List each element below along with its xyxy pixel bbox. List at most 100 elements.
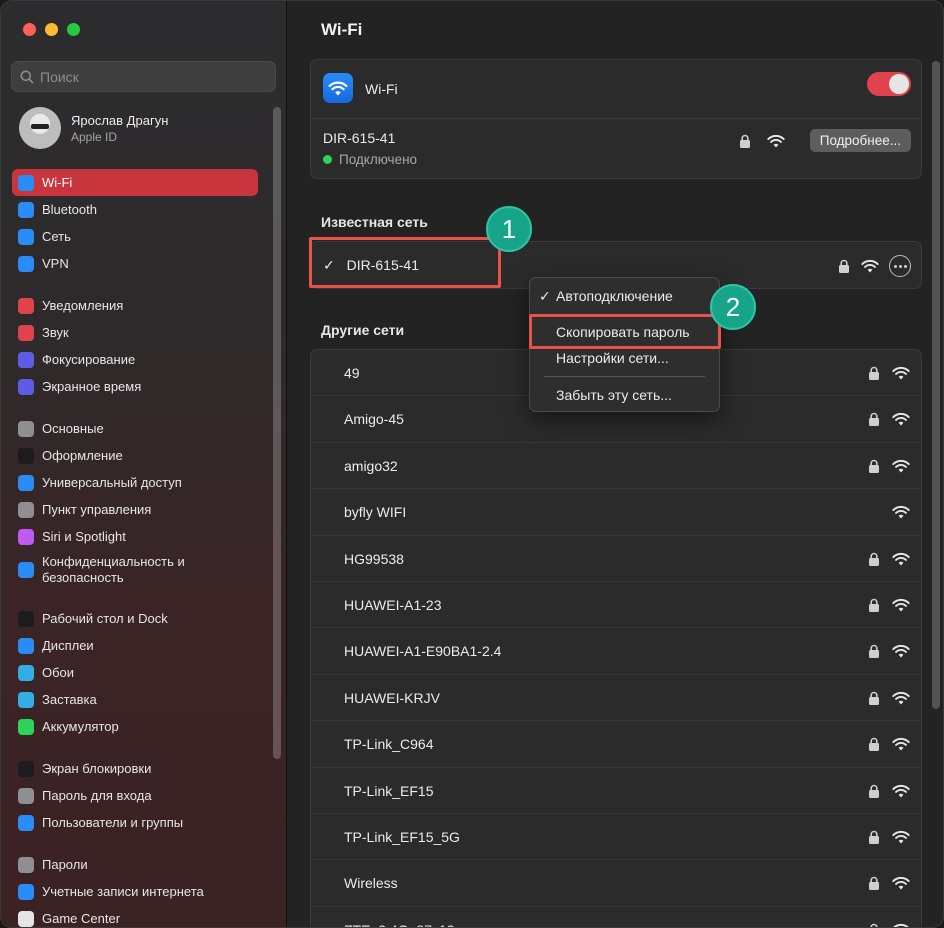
sidebar-item-speaker[interactable]: Звук	[12, 319, 258, 346]
details-button[interactable]: Подробнее...	[809, 129, 911, 152]
search-box[interactable]	[11, 61, 276, 92]
wifi-toggle[interactable]	[867, 72, 911, 96]
sidebar-item-game-center[interactable]: Game Center	[12, 905, 258, 927]
sidebar: Ярослав Драгун Apple ID Wi-Fi Bluetooth Се…	[1, 1, 287, 927]
main-scrollbar[interactable]	[932, 61, 940, 709]
close-window-button[interactable]	[23, 23, 36, 36]
sidebar-item-appearance[interactable]: Оформление	[12, 442, 258, 469]
wifi-signal-icon	[892, 691, 910, 710]
sidebar-item-bell[interactable]: Уведомления	[12, 292, 258, 319]
sidebar-item-wifi[interactable]: Wi-Fi	[12, 169, 258, 196]
network-name: TP-Link_C964	[344, 736, 434, 753]
more-options-icon[interactable]	[889, 255, 911, 277]
network-row[interactable]: amigo32	[311, 443, 921, 490]
search-input[interactable]	[40, 68, 260, 85]
sidebar-scrollbar[interactable]	[273, 107, 281, 759]
sidebar-item-battery[interactable]: Аккумулятор	[12, 713, 258, 740]
siri-icon	[18, 528, 34, 545]
wifi-signal-icon	[892, 644, 910, 663]
dock-icon	[18, 610, 34, 627]
network-row[interactable]: HUAWEI-A1-E90BA1-2.4	[311, 628, 921, 675]
sidebar-item-control-center[interactable]: Пункт управления	[12, 496, 258, 523]
sidebar-item-label: Основные	[42, 420, 104, 436]
lock-icon	[839, 259, 849, 273]
page-title: Wi-Fi	[321, 20, 363, 39]
sidebar-item-sun[interactable]: Дисплеи	[12, 632, 258, 659]
network-row[interactable]: byfly WIFI	[311, 489, 921, 536]
profile-subtitle: Apple ID	[71, 129, 118, 144]
sidebar-item-label: Рабочий стол и Dock	[42, 610, 168, 626]
menu-item-auto-connect[interactable]: ✓ Автоподключение	[530, 284, 719, 308]
wifi-signal-icon	[892, 552, 910, 571]
wifi-signal-icon	[892, 876, 910, 895]
moon-icon	[18, 351, 34, 368]
sidebar-item-siri[interactable]: Siri и Spotlight	[12, 523, 258, 550]
sidebar-item-gear[interactable]: Основные	[12, 415, 258, 442]
sidebar-item-bluetooth[interactable]: Bluetooth	[12, 196, 258, 223]
window-controls	[23, 23, 80, 36]
network-row[interactable]: HUAWEI-A1-23	[311, 582, 921, 629]
divider	[311, 118, 921, 119]
check-icon: ✓	[539, 287, 551, 304]
sidebar-item-vpn-globe[interactable]: VPN	[12, 250, 258, 277]
lock-icon	[868, 784, 880, 803]
wifi-app-icon	[323, 73, 353, 103]
key-icon	[18, 856, 34, 873]
lock-screen-icon	[18, 760, 34, 777]
wifi-signal-icon	[892, 784, 910, 803]
network-name: TP-Link_EF15	[344, 782, 434, 799]
sidebar-item-flower[interactable]: Обои	[12, 659, 258, 686]
battery-icon	[18, 718, 34, 735]
sidebar-item-label: Дисплеи	[42, 637, 94, 653]
sidebar-item-label: Учетные записи интернета	[42, 883, 204, 899]
zoom-window-button[interactable]	[67, 23, 80, 36]
flower-icon	[18, 664, 34, 681]
highlight-known-network	[309, 237, 501, 288]
network-row[interactable]: TP-Link_EF15_5G	[311, 814, 921, 861]
sidebar-item-screensaver[interactable]: Заставка	[12, 686, 258, 713]
network-row[interactable]: Wireless	[311, 860, 921, 907]
control-center-icon	[18, 501, 34, 518]
wifi-signal-icon	[892, 923, 910, 927]
sidebar-item-padlock[interactable]: Пароль для входа	[12, 782, 258, 809]
sidebar-item-label: Пункт управления	[42, 501, 152, 517]
sun-icon	[18, 637, 34, 654]
menu-item-forget-network[interactable]: Забыть эту сеть...	[530, 383, 719, 407]
network-row[interactable]: HG99538	[311, 536, 921, 582]
network-row[interactable]: TP-Link_C964	[311, 721, 921, 768]
sidebar-item-accessibility[interactable]: Универсальный доступ	[12, 469, 258, 496]
lock-icon	[868, 412, 880, 431]
sidebar-item-lock-screen[interactable]: Экран блокировки	[12, 755, 258, 782]
sidebar-item-hourglass[interactable]: Экранное время	[12, 373, 258, 400]
sidebar-item-label: Конфиденциальность и безопасность	[42, 554, 185, 585]
minimize-window-button[interactable]	[45, 23, 58, 36]
known-network-heading: Известная сеть	[321, 214, 428, 230]
network-name: ZTE_2.4G_87c13c	[344, 922, 462, 927]
sidebar-item-globe[interactable]: Сеть	[12, 223, 258, 250]
wifi-signal-icon	[861, 259, 879, 273]
sidebar-item-hand[interactable]: Конфиденциальность и безопасность	[12, 550, 258, 590]
sidebar-item-label: Пользователи и группы	[42, 814, 184, 830]
sidebar-item-users[interactable]: Пользователи и группы	[12, 809, 258, 836]
sidebar-item-key[interactable]: Пароли	[12, 851, 258, 878]
sidebar-item-label: Обои	[42, 664, 75, 680]
status-dot-icon	[323, 155, 332, 164]
network-row[interactable]: TP-Link_EF15	[311, 768, 921, 814]
connection-status-text: Подключено	[339, 152, 418, 167]
menu-item-network-settings[interactable]: Настройки сети...	[530, 346, 719, 370]
wifi-signal-icon	[892, 412, 910, 431]
network-row[interactable]: ZTE_2.4G_87c13c	[311, 907, 921, 927]
network-name: HUAWEI-KRJV	[344, 689, 440, 706]
network-name: 49	[344, 365, 360, 381]
globe-icon	[18, 228, 34, 245]
sidebar-item-label: Уведомления	[42, 297, 124, 313]
sidebar-item-moon[interactable]: Фокусирование	[12, 346, 258, 373]
menu-item-label: Забыть эту сеть...	[556, 387, 672, 403]
apple-id-profile[interactable]: Ярослав Драгун Apple ID	[19, 107, 168, 149]
vpn-globe-icon	[18, 255, 34, 272]
sidebar-item-dock[interactable]: Рабочий стол и Dock	[12, 605, 258, 632]
network-row[interactable]: HUAWEI-KRJV	[311, 675, 921, 722]
sidebar-item-at[interactable]: Учетные записи интернета	[12, 878, 258, 905]
bluetooth-icon	[18, 201, 34, 218]
